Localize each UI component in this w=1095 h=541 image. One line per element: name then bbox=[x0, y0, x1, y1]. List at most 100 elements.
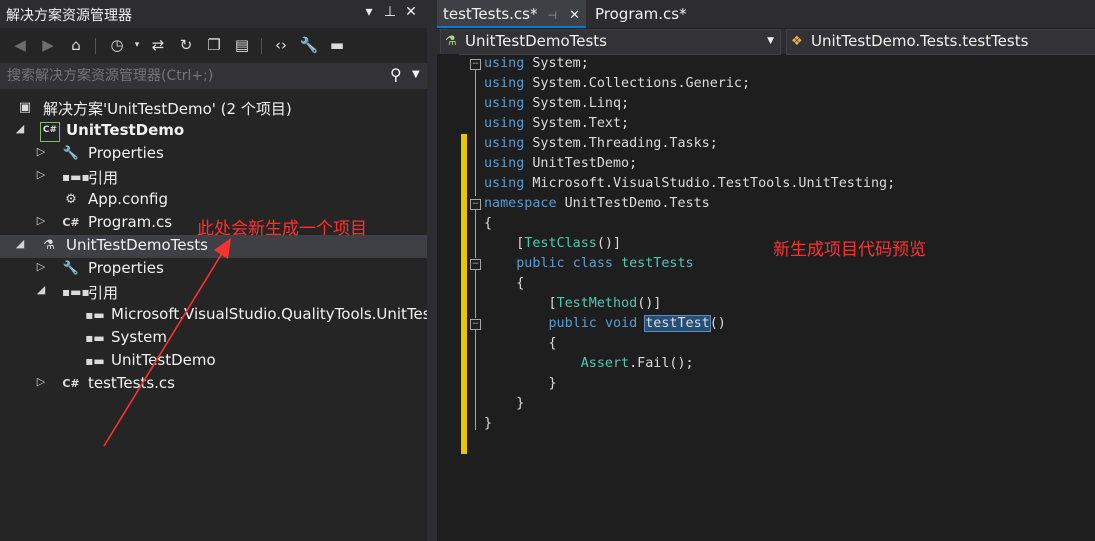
preview-selected-icon[interactable]: ▬ bbox=[327, 35, 347, 55]
search-options-chevron-icon[interactable]: ▼ bbox=[412, 69, 420, 80]
tree-item-references[interactable]: ▷ ▪▬▪ 引用 bbox=[0, 166, 427, 189]
expanded-arrow-icon[interactable]: ◢ bbox=[14, 122, 26, 135]
collapsed-arrow-icon[interactable]: ▷ bbox=[35, 168, 47, 181]
code-token: using bbox=[484, 176, 525, 191]
editor-margin bbox=[437, 54, 459, 541]
code-line[interactable]: using System; bbox=[484, 54, 589, 74]
tree-item-references[interactable]: ◢ ▪▬▪ 引用 bbox=[0, 281, 427, 304]
tab-testtests-cs[interactable]: testTests.cs* ⊣ ✕ bbox=[437, 0, 586, 28]
code-token: .Fail(); bbox=[629, 356, 694, 371]
code-token: using bbox=[484, 76, 525, 91]
code-line[interactable]: public void testTest() bbox=[484, 314, 726, 334]
collapsed-arrow-icon[interactable]: ▷ bbox=[35, 145, 47, 158]
tab-program-cs[interactable]: Program.cs* bbox=[589, 0, 693, 28]
code-line[interactable]: { bbox=[484, 334, 556, 354]
chevron-down-icon[interactable]: ▾ bbox=[127, 35, 147, 55]
expanded-arrow-icon[interactable]: ◢ bbox=[35, 283, 47, 296]
code-token: using bbox=[484, 136, 525, 151]
code-line[interactable]: } bbox=[484, 394, 524, 414]
code-line[interactable]: public class testTests bbox=[484, 254, 693, 274]
code-token: Assert bbox=[580, 356, 630, 371]
annotation-new-project: 此处会新生成一个项目 bbox=[197, 219, 367, 239]
collapse-region-icon[interactable]: − bbox=[470, 199, 481, 210]
tree-item-unittestdemo-project[interactable]: ◢ C# UnitTestDemo bbox=[0, 120, 427, 143]
collapse-region-icon[interactable]: − bbox=[470, 319, 481, 330]
code-line[interactable]: using System.Collections.Generic; bbox=[484, 74, 750, 94]
code-token: [ bbox=[484, 296, 557, 311]
properties-wrench-icon[interactable]: 🔧 bbox=[299, 35, 319, 55]
tree-item-label: 引用 bbox=[88, 169, 119, 187]
search-input[interactable] bbox=[0, 63, 387, 89]
close-tab-icon[interactable]: ✕ bbox=[569, 8, 580, 23]
search-icon[interactable]: ⚲ bbox=[390, 65, 402, 84]
code-line[interactable]: Assert.Fail(); bbox=[484, 354, 694, 374]
back-icon[interactable]: ◀ bbox=[10, 35, 30, 55]
fold-guide-line bbox=[475, 330, 476, 430]
solution-explorer-title: 解决方案资源管理器 bbox=[6, 8, 132, 24]
forward-icon[interactable]: ▶ bbox=[38, 35, 58, 55]
code-line[interactable]: using System.Text; bbox=[484, 114, 629, 134]
code-token: } bbox=[484, 416, 493, 431]
code-line[interactable]: using Microsoft.VisualStudio.TestTools.U… bbox=[484, 174, 895, 194]
selected-code-token: testTest bbox=[644, 315, 711, 332]
tree-item-properties[interactable]: ▷ 🔧 Properties bbox=[0, 143, 427, 166]
code-token: public bbox=[548, 316, 597, 331]
tree-item-app-config[interactable]: ⚙ App.config bbox=[0, 189, 427, 212]
collapsed-arrow-icon[interactable]: ▷ bbox=[35, 214, 47, 227]
config-file-icon: ⚙ bbox=[65, 192, 77, 207]
tree-item-reference-system[interactable]: ▪▬ System bbox=[0, 327, 427, 350]
code-token: TestMethod bbox=[556, 296, 638, 311]
panel-splitter[interactable] bbox=[427, 0, 437, 541]
pin-tab-icon[interactable]: ⊣ bbox=[548, 9, 558, 22]
fold-guide-line bbox=[475, 210, 476, 258]
tree-item-reference-unittestdemo[interactable]: ▪▬ UnitTestDemo bbox=[0, 350, 427, 373]
code-token: TestClass bbox=[524, 236, 597, 251]
collapse-region-icon[interactable]: − bbox=[470, 259, 481, 270]
csharp-file-icon: C# bbox=[62, 216, 80, 229]
view-code-icon[interactable]: ‹› bbox=[271, 35, 291, 55]
code-line[interactable]: [TestClass()] bbox=[484, 234, 621, 254]
expanded-arrow-icon[interactable]: ◢ bbox=[14, 237, 26, 250]
toolbar-separator bbox=[261, 38, 262, 54]
code-token: namespace bbox=[484, 196, 557, 211]
tree-item-properties[interactable]: ▷ 🔧 Properties bbox=[0, 258, 427, 281]
project-dropdown[interactable]: ⚗ UnitTestDemoTests ▼ bbox=[440, 29, 781, 55]
window-position-dropdown-icon[interactable]: ▾ bbox=[361, 4, 377, 20]
tab-label: testTests.cs* bbox=[443, 5, 538, 23]
code-line[interactable]: } bbox=[484, 374, 556, 394]
code-token: System.Threading.Tasks; bbox=[524, 136, 718, 151]
code-line[interactable]: namespace UnitTestDemo.Tests bbox=[484, 194, 710, 214]
collapsed-arrow-icon[interactable]: ▷ bbox=[35, 375, 47, 388]
collapsed-arrow-icon[interactable]: ▷ bbox=[35, 260, 47, 273]
wrench-icon: 🔧 bbox=[62, 146, 80, 161]
solution-explorer-toolbar: ◀ ▶ ⌂ ◷ ▾ ⇄ ↻ ❐ ▤ ‹› 🔧 ▬ bbox=[0, 30, 427, 60]
toolbar-separator bbox=[95, 38, 96, 54]
code-line[interactable]: { bbox=[484, 274, 524, 294]
code-line[interactable]: using System.Linq; bbox=[484, 94, 629, 114]
collapse-region-icon[interactable]: − bbox=[470, 59, 481, 70]
home-icon[interactable]: ⌂ bbox=[66, 35, 86, 55]
tree-item-solution[interactable]: ▣ 解决方案'UnitTestDemo' (2 个项目) bbox=[0, 97, 427, 120]
class-dropdown[interactable]: ❖ UnitTestDemo.Tests.testTests bbox=[786, 29, 1095, 55]
sync-with-document-icon[interactable]: ⇄ bbox=[148, 35, 168, 55]
code-line[interactable]: { bbox=[484, 214, 492, 234]
code-line[interactable]: } bbox=[484, 414, 492, 434]
code-line[interactable]: [TestMethod()] bbox=[484, 294, 661, 314]
show-all-files-icon[interactable]: ▤ bbox=[232, 35, 252, 55]
refresh-icon[interactable]: ↻ bbox=[176, 35, 196, 55]
annotation-code-preview: 新生成项目代码预览 bbox=[773, 240, 926, 260]
pending-changes-filter-icon[interactable]: ◷ bbox=[107, 35, 127, 55]
tree-item-testtests-cs[interactable]: ▷ C# testTests.cs bbox=[0, 373, 427, 396]
code-editor-panel: testTests.cs* ⊣ ✕ Program.cs* ⚗ UnitTestDe… bbox=[437, 0, 1095, 541]
code-line[interactable]: using System.Threading.Tasks; bbox=[484, 134, 718, 154]
close-icon[interactable]: ✕ bbox=[403, 4, 419, 20]
tree-item-label: Properties bbox=[88, 144, 164, 162]
code-line[interactable]: using UnitTestDemo; bbox=[484, 154, 637, 174]
collapse-all-icon[interactable]: ❐ bbox=[204, 35, 224, 55]
pin-icon[interactable]: ⊥ bbox=[382, 4, 398, 20]
tree-item-reference-qualitytools[interactable]: ▪▬ Microsoft.VisualStudio.QualityTools.U… bbox=[0, 304, 427, 327]
